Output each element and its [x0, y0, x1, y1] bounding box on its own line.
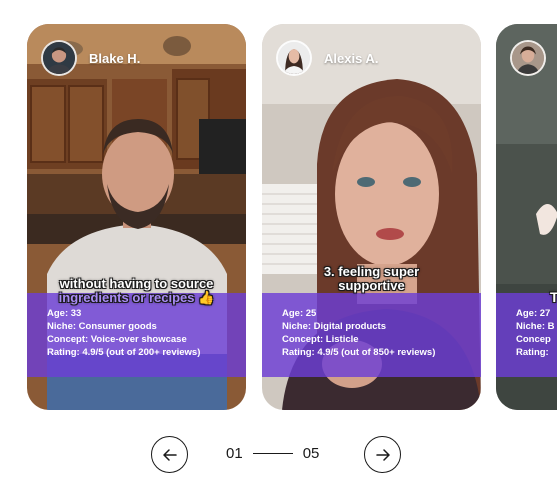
creator-name: Alexis A. — [324, 50, 379, 66]
creator-niche: Niche: Digital products — [282, 321, 386, 332]
creator-concept: Concep — [516, 334, 551, 345]
next-button[interactable] — [364, 436, 401, 473]
creator-avatar — [41, 40, 77, 76]
video-caption: 3. feeling super supportive — [262, 265, 481, 293]
video-caption: T — [550, 290, 557, 304]
creator-info-panel: Age: 27 Niche: B Concep Rating: — [496, 293, 557, 377]
creator-card-alexis[interactable]: Alexis A. 3. feeling super supportive Ag… — [262, 24, 481, 410]
caption-line-2: ingredients or recipes — [58, 290, 195, 305]
creator-age: Age: 33 — [47, 308, 82, 319]
prev-button[interactable] — [151, 436, 188, 473]
creator-age: Age: 27 — [516, 308, 551, 319]
caption-line-1: T — [550, 289, 557, 305]
current-page: 01 — [226, 445, 243, 462]
creator-rating: Rating: — [516, 347, 549, 358]
caption-line-1: without having to source — [59, 276, 214, 291]
caption-line-2-wrapper: ingredients or recipes 👍 — [27, 291, 246, 305]
creator-avatar — [510, 40, 546, 76]
creator-niche: Niche: B — [516, 321, 555, 332]
caption-line-2: supportive — [338, 278, 405, 293]
creator-niche: Niche: Consumer goods — [47, 321, 157, 332]
creator-info-panel: Age: 25 Niche: Digital products Concept:… — [262, 293, 481, 377]
testimonial-carousel: Blake H. without having to source ingred… — [0, 0, 557, 420]
creator-header: Alexis A. — [276, 40, 378, 76]
creator-name: Blake H. — [89, 50, 141, 66]
carousel-controls: 01 05 — [0, 436, 557, 474]
creator-header: Blake H. — [41, 40, 140, 76]
creator-rating: Rating: 4.9/5 (out of 200+ reviews) — [47, 347, 201, 358]
arrow-left-icon — [162, 448, 177, 461]
creator-concept: Concept: Listicle — [282, 334, 359, 345]
caption-line-1: 3. feeling super — [323, 264, 420, 279]
creator-info-panel: Age: 33 Niche: Consumer goods Concept: V… — [27, 293, 246, 377]
creator-avatar — [276, 40, 312, 76]
arrow-right-icon — [375, 448, 390, 461]
creator-header — [510, 40, 557, 76]
creator-age: Age: 25 — [282, 308, 317, 319]
total-pages: 05 — [302, 445, 320, 462]
pagination-divider — [252, 452, 293, 455]
pagination-indicator: 01 05 — [226, 445, 319, 462]
thumbs-up-emoji-icon: 👍 — [198, 290, 215, 305]
video-caption: without having to source ingredients or … — [27, 277, 246, 305]
creator-concept: Concept: Voice-over showcase — [47, 334, 187, 345]
creator-card-partial[interactable]: T Age: 27 Niche: B Concep Rating: — [496, 24, 557, 410]
creator-card-blake[interactable]: Blake H. without having to source ingred… — [27, 24, 246, 410]
creator-rating: Rating: 4.9/5 (out of 850+ reviews) — [282, 347, 436, 358]
